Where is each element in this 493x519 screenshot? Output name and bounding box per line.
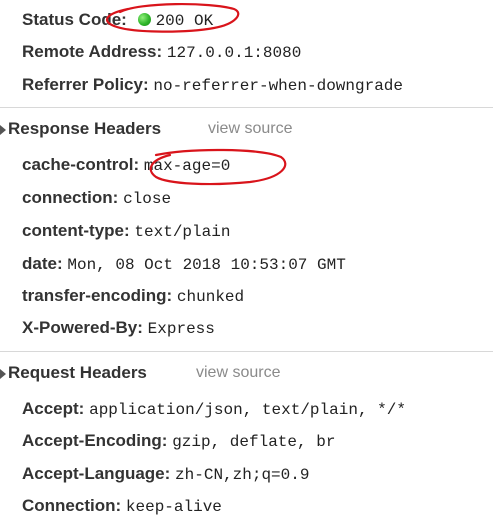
request-headers-header[interactable]: Request Headers xyxy=(0,360,147,386)
header-value: text/plain xyxy=(134,223,231,241)
header-key: cache-control: xyxy=(22,155,140,174)
section-divider xyxy=(0,351,493,352)
referrer-policy-row: Referrer Policy: no-referrer-when-downgr… xyxy=(22,73,403,97)
header-value: close xyxy=(123,190,172,208)
remote-address-label: Remote Address: xyxy=(22,42,163,61)
request-header-row: Accept: application/json, text/plain, */… xyxy=(22,397,406,421)
referrer-policy-value: no-referrer-when-downgrade xyxy=(153,77,403,95)
status-code-label: Status Code: xyxy=(22,10,127,29)
section-divider xyxy=(0,107,493,108)
header-key: content-type: xyxy=(22,221,130,240)
response-header-row: content-type: text/plain xyxy=(22,219,230,243)
response-header-row: date: Mon, 08 Oct 2018 10:53:07 GMT xyxy=(22,252,346,276)
response-header-row: transfer-encoding: chunked xyxy=(22,284,244,308)
header-value: max-age=0 xyxy=(143,157,231,175)
remote-address-row: Remote Address: 127.0.0.1:8080 xyxy=(22,40,301,64)
request-view-source-link[interactable]: view source xyxy=(196,364,280,382)
request-headers-title[interactable]: Request Headers xyxy=(8,363,147,382)
response-headers-header[interactable]: Response Headers xyxy=(0,116,161,142)
expand-triangle-icon[interactable] xyxy=(0,124,6,135)
header-key: X-Powered-By: xyxy=(22,318,143,337)
header-value: gzip, deflate, br xyxy=(172,433,336,451)
remote-address-value: 127.0.0.1:8080 xyxy=(166,44,302,62)
request-header-row: Accept-Encoding: gzip, deflate, br xyxy=(22,429,335,453)
header-key: connection: xyxy=(22,188,119,207)
header-key: Connection: xyxy=(22,496,122,515)
header-value: Mon, 08 Oct 2018 10:53:07 GMT xyxy=(67,256,346,274)
response-header-row: connection: close xyxy=(22,186,171,210)
header-key: transfer-encoding: xyxy=(22,286,173,305)
response-view-source-link[interactable]: view source xyxy=(208,120,292,138)
header-value: keep-alive xyxy=(125,498,222,516)
status-code-value: 200 OK xyxy=(155,12,214,30)
referrer-policy-label: Referrer Policy: xyxy=(22,75,149,94)
header-value: application/json, text/plain, */* xyxy=(89,401,406,419)
header-key: date: xyxy=(22,254,63,273)
header-key: Accept-Encoding: xyxy=(22,431,168,450)
header-value: chunked xyxy=(176,288,245,306)
header-value: Express xyxy=(147,320,215,338)
header-value: zh-CN,zh;q=0.9 xyxy=(175,466,310,484)
response-header-row: cache-control: max-age=0 xyxy=(22,153,230,177)
request-header-row: Accept-Language: zh-CN,zh;q=0.9 xyxy=(22,462,309,486)
expand-triangle-icon[interactable] xyxy=(0,368,6,379)
header-key: Accept: xyxy=(22,399,85,418)
response-header-row: X-Powered-By: Express xyxy=(22,316,215,340)
response-headers-title[interactable]: Response Headers xyxy=(8,119,161,138)
status-code-row: Status Code: 200 OK xyxy=(22,8,213,32)
header-key: Accept-Language: xyxy=(22,464,171,483)
request-header-row: Connection: keep-alive xyxy=(22,494,222,518)
status-ok-icon xyxy=(137,13,151,26)
